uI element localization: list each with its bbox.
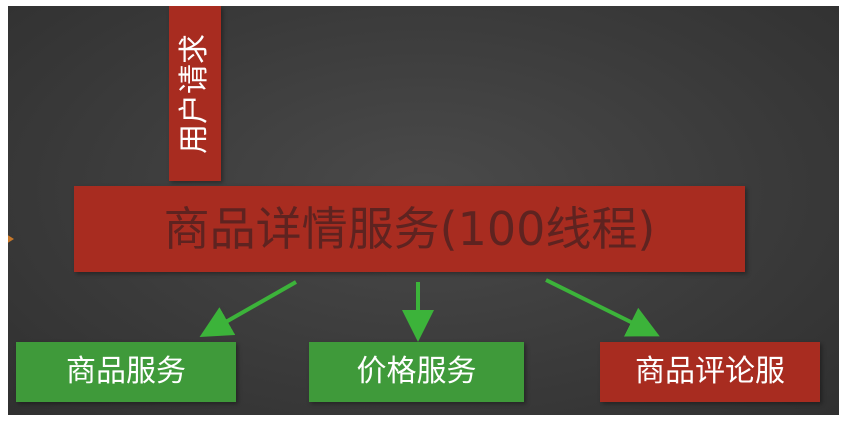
product-service-box: 商品服务 [16,342,236,402]
price-service-box: 价格服务 [309,342,524,402]
diagram-canvas: 用户请求 商品详情服务(100线程) 商品服务 价格服务 商品评论服 [8,6,839,415]
price-service-label: 价格服务 [356,354,477,389]
arrow-to-product-service [199,280,297,337]
arrow-to-review-service [545,278,660,337]
product-service-label: 商品服务 [66,354,186,389]
review-service-label: 商品评论服 [635,354,785,389]
review-service-box: 商品评论服 [600,342,820,402]
